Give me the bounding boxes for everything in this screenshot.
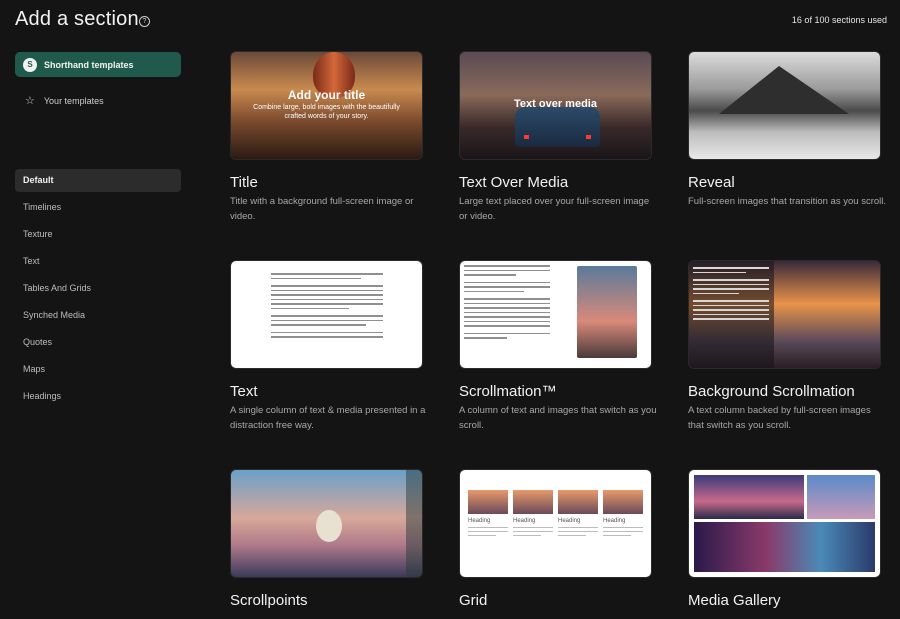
section-card-background-scrollmation[interactable]: Background Scrollmation A text column ba… [688,260,881,433]
card-title: Grid [459,592,488,609]
card-description: Large text placed over your full-screen … [459,196,650,222]
thumb-title-text: Text over media [514,98,597,110]
section-card-grid[interactable]: Heading Heading Heading Heading Grid [459,469,652,609]
thumb-text-column [464,265,550,345]
category-maps[interactable]: Maps [15,358,181,381]
card-description: A text column backed by full-screen imag… [688,405,871,431]
section-card-reveal[interactable]: Reveal Full-screen images that transitio… [688,51,886,209]
card-title: Scrollpoints [230,592,308,609]
grid-heading: Heading [603,518,626,524]
your-templates-tab[interactable]: ☆ Your templates [15,88,181,113]
category-text[interactable]: Text [15,250,181,273]
section-card-media-gallery[interactable]: Media Gallery [688,469,881,609]
card-title: Title [230,174,258,191]
card-title: Scrollmation™ [459,383,557,400]
grid-cell: Heading [603,490,643,539]
card-title: Background Scrollmation [688,383,855,400]
scrollpoints-thumbnail [230,469,423,578]
grid-thumbnail: Heading Heading Heading Heading [459,469,652,578]
star-outline-icon: ☆ [25,95,35,107]
section-card-text[interactable]: Text A single column of text & media pre… [230,260,425,433]
your-templates-label: Your templates [43,95,104,106]
thumb-subtitle-text: Combine large, bold images with the beau… [253,104,400,120]
scrollmation-thumbnail [459,260,652,369]
category-timelines[interactable]: Timelines [15,196,181,219]
category-synched-media[interactable]: Synched Media [15,304,181,327]
card-description: Full-screen images that transition as yo… [688,196,886,207]
grid-heading: Heading [468,518,491,524]
shorthand-templates-label: Shorthand templates [44,59,134,70]
card-title: Media Gallery [688,592,781,609]
background-scrollmation-thumbnail [688,260,881,369]
section-card-text-over-media[interactable]: Text over media Text Over Media Large te… [459,51,652,224]
title-thumbnail: Add your title Combine large, bold image… [230,51,423,160]
grid-cell: Heading [558,490,598,539]
category-default[interactable]: Default [15,169,181,192]
grid-heading: Heading [513,518,536,524]
gallery-image [807,475,875,519]
text-over-media-thumbnail: Text over media [459,51,652,160]
shorthand-templates-tab[interactable]: S Shorthand templates [15,52,181,77]
card-description: Title with a background full-screen imag… [230,196,414,222]
section-card-scrollpoints[interactable]: Scrollpoints [230,469,423,609]
header: Add a section ? 16 of 100 sections used [0,0,900,44]
section-card-title[interactable]: Add your title Combine large, bold image… [230,51,423,224]
thumb-figure [316,510,342,542]
category-headings[interactable]: Headings [15,385,181,408]
category-texture[interactable]: Texture [15,223,181,246]
card-description: A single column of text & media presente… [230,405,426,431]
card-title: Reveal [688,174,735,191]
help-icon[interactable]: ? [139,16,150,27]
category-quotes[interactable]: Quotes [15,331,181,354]
sidebar: S Shorthand templates ☆ Your templates D… [0,44,195,619]
media-gallery-thumbnail [688,469,881,578]
text-thumbnail [230,260,423,369]
section-card-scrollmation[interactable]: Scrollmation™ A column of text and image… [459,260,657,433]
grid-cell: Heading [468,490,508,539]
sections-usage-counter: 16 of 100 sections used [791,15,887,25]
grid-heading: Heading [558,518,581,524]
gallery-image [694,475,804,519]
thumb-image [577,266,637,358]
page-title: Add a section [15,8,139,30]
card-title: Text Over Media [459,174,569,191]
card-title: Text [230,383,258,400]
card-description: A column of text and images that switch … [459,405,657,431]
shorthand-logo-icon: S [23,57,37,72]
thumb-text-column [271,273,383,344]
category-list: Default Timelines Texture Text Tables An… [15,169,181,412]
reveal-thumbnail [688,51,881,160]
thumb-scroll-edge [406,470,422,577]
category-tables-and-grids[interactable]: Tables And Grids [15,277,181,300]
thumb-text-column [693,267,769,326]
grid-cell: Heading [513,490,553,539]
thumb-title-text: Add your title [287,88,366,102]
gallery-image [694,522,875,572]
